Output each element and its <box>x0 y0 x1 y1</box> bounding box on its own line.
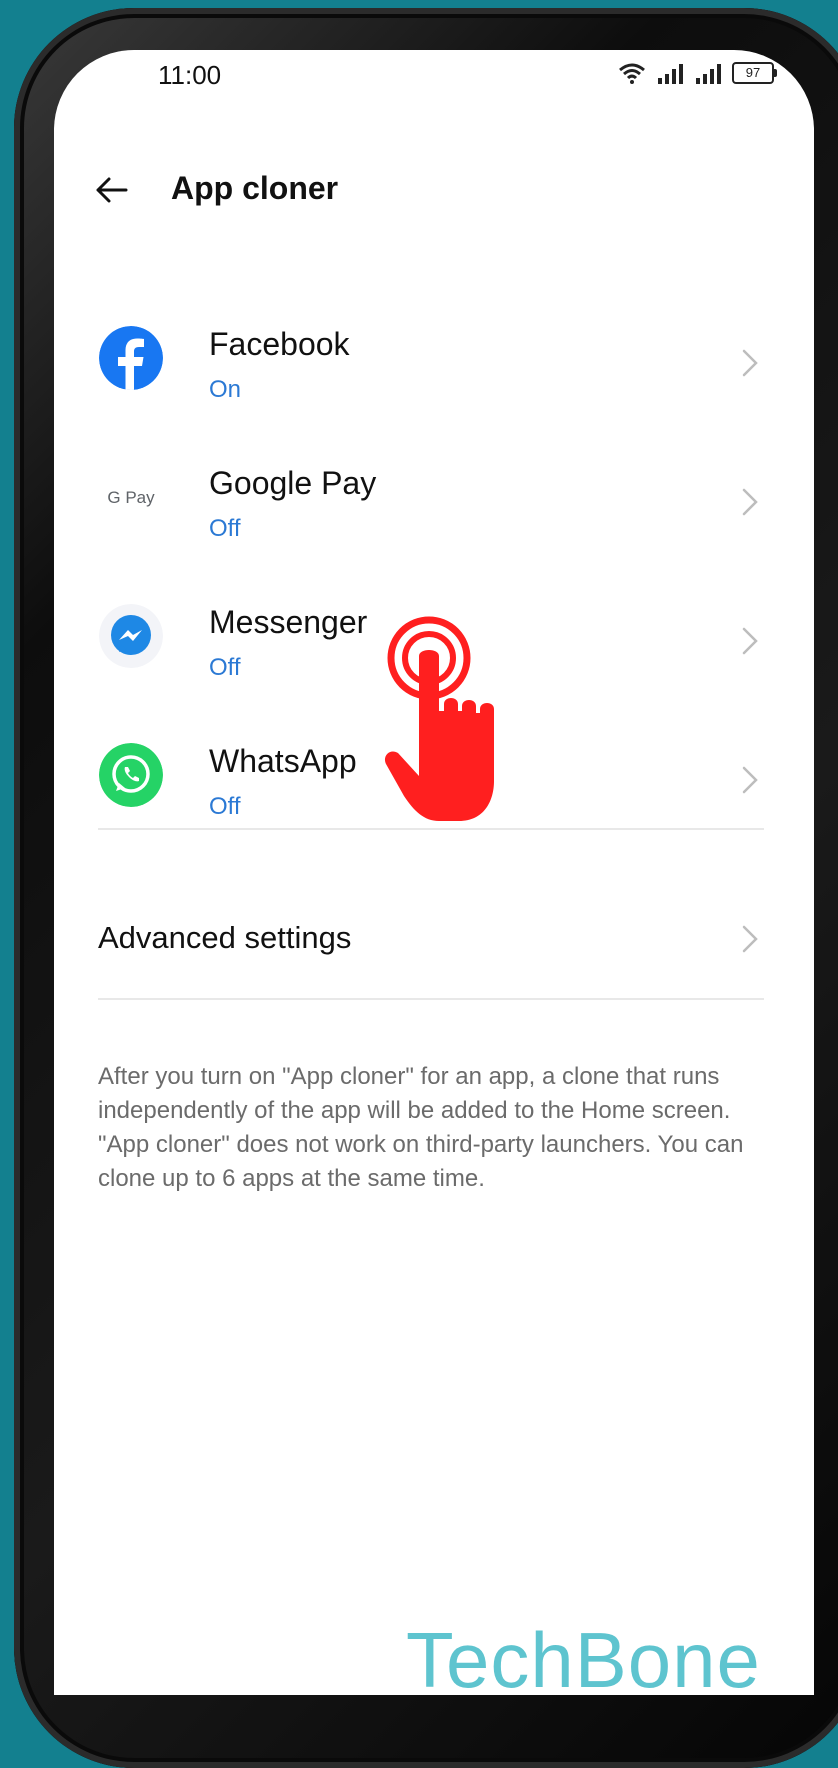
app-row-facebook[interactable]: Facebook On <box>54 298 814 437</box>
status-icons: 97 <box>618 62 777 84</box>
chevron-right-icon <box>742 488 758 516</box>
divider <box>98 828 764 830</box>
signal-icon-2 <box>696 64 721 84</box>
status-time: 11:00 <box>158 60 222 90</box>
app-name: Facebook <box>209 326 350 362</box>
divider <box>98 998 764 1000</box>
signal-icon <box>658 64 683 84</box>
tap-hand-icon <box>384 616 494 821</box>
app-status: Off <box>209 793 241 820</box>
advanced-settings-row[interactable]: Advanced settings <box>54 880 814 1000</box>
app-status: Off <box>209 654 241 681</box>
advanced-settings-label: Advanced settings <box>98 920 352 955</box>
header: App cloner <box>54 160 814 220</box>
google-pay-icon-text: G Pay <box>107 488 155 507</box>
app-status: Off <box>209 515 241 542</box>
app-name: Google Pay <box>209 465 377 501</box>
app-row-google-pay[interactable]: G Pay Google Pay Off <box>54 437 814 576</box>
app-status: On <box>209 376 242 403</box>
facebook-icon <box>99 326 163 390</box>
chevron-right-icon <box>742 925 758 953</box>
watermark: TechBone <box>406 1616 761 1695</box>
description-text: After you turn on "App cloner" for an ap… <box>98 1063 744 1192</box>
app-name: Messenger <box>209 604 368 640</box>
phone-screen: 11:00 97 App cloner Facebook On G Pay Go… <box>54 50 814 1695</box>
back-arrow-icon[interactable] <box>92 170 132 210</box>
app-name: WhatsApp <box>209 743 357 779</box>
whatsapp-icon <box>99 743 163 807</box>
chevron-right-icon <box>742 349 758 377</box>
wifi-icon <box>619 63 645 84</box>
chevron-right-icon <box>742 766 758 794</box>
chevron-right-icon <box>742 627 758 655</box>
google-pay-icon: G Pay <box>99 465 163 529</box>
page-title: App cloner <box>171 170 339 206</box>
battery-icon: 97 <box>732 62 777 84</box>
status-bar: 11:00 97 <box>54 50 814 110</box>
messenger-icon <box>99 604 163 668</box>
